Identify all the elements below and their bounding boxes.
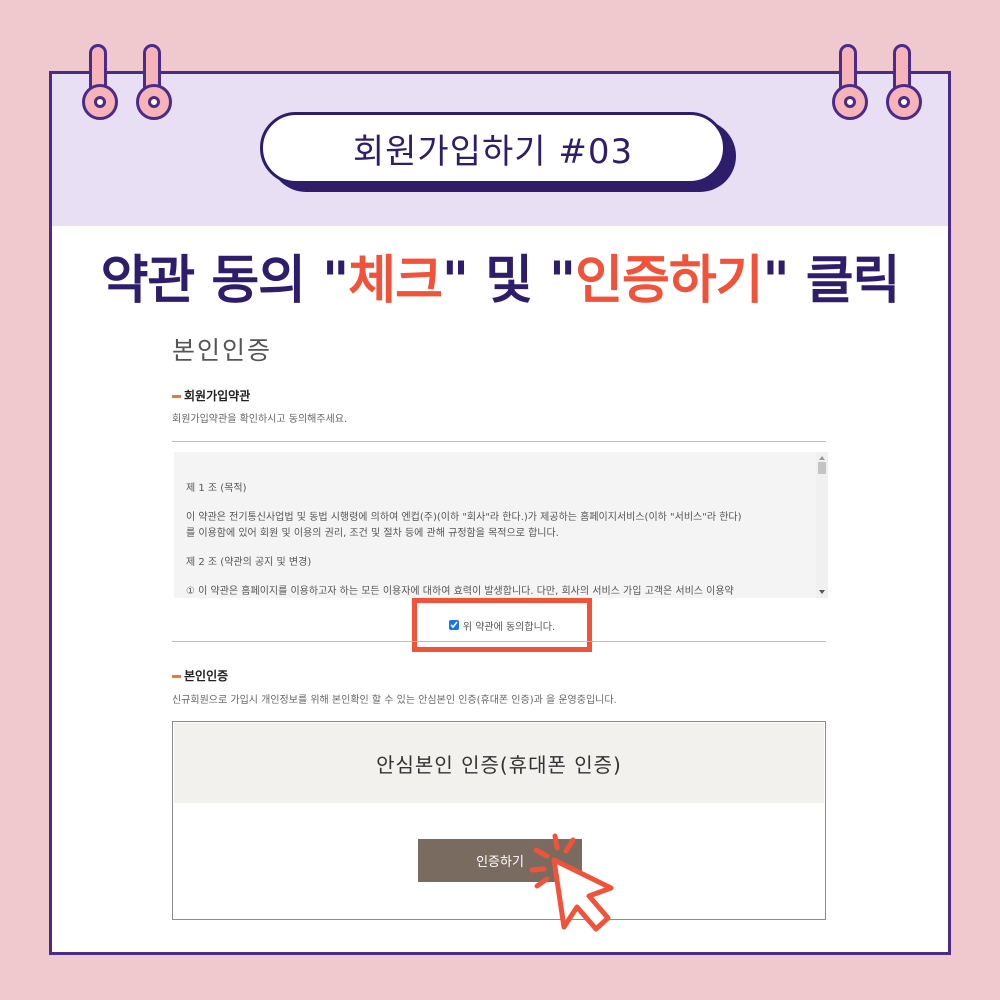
page-title: 본인인증 xyxy=(172,336,273,365)
terms-scrollbar[interactable] xyxy=(816,452,828,598)
terms-line: 제 2 조 (약관의 공지 및 변경) xyxy=(186,557,312,568)
terms-section-description: 회원가입약관을 확인하시고 동의해주세요. xyxy=(172,414,348,425)
section-marker xyxy=(172,395,181,398)
section-marker xyxy=(172,675,181,678)
terms-line: 제 1 조 (목적) xyxy=(186,483,247,494)
auth-section-title: 본인인증 xyxy=(172,667,228,684)
title-pill: 회원가입하기 #03 xyxy=(260,112,726,184)
headline-highlight-verify: 인증하기 xyxy=(575,251,763,311)
agree-checkbox[interactable] xyxy=(448,620,459,630)
headline: 약관 동의 "체크" 및 "인증하기" 클릭 xyxy=(0,238,1000,313)
scroll-down-arrow-icon[interactable] xyxy=(819,590,825,594)
terms-line: ① 이 약관은 홈페이지를 이용하고자 하는 모든 이용자에 대하여 효력이 발… xyxy=(186,586,734,597)
divider xyxy=(172,441,826,442)
binder-ring xyxy=(136,84,172,120)
auth-section-title-text: 본인인증 xyxy=(184,669,229,683)
headline-part3: " 클릭 xyxy=(762,251,901,311)
binder-ring xyxy=(832,84,868,120)
auth-section-description: 신규회원으로 가입시 개인정보를 위해 본인확인 할 수 있는 안심본인 인증(… xyxy=(172,695,617,706)
binder-ring xyxy=(886,84,922,120)
phone-auth-title: 안심본인 인증(휴대폰 인증) xyxy=(376,752,622,777)
terms-section-title: 회원가입약관 xyxy=(172,387,250,404)
banner-title: 회원가입하기 #03 xyxy=(352,131,634,172)
phone-auth-header: 안심본인 인증(휴대폰 인증) xyxy=(174,723,824,803)
phone-auth-box: 안심본인 인증(휴대폰 인증) 인증하기 xyxy=(172,721,826,920)
scroll-up-arrow-icon[interactable] xyxy=(819,456,825,460)
terms-line: 이 약관은 전기통신사업법 및 동법 시행령에 의하여 엔컵(주)(이하 "회사… xyxy=(186,512,742,523)
terms-textarea[interactable]: 제 1 조 (목적) 이 약관은 전기통신사업법 및 동법 시행령에 의하여 엔… xyxy=(174,452,828,598)
terms-section-title-text: 회원가입약관 xyxy=(184,389,251,403)
agree-label[interactable]: 위 약관에 동의합니다. xyxy=(463,618,555,633)
headline-part1: 약관 동의 " xyxy=(100,251,350,311)
headline-part2: " 및 " xyxy=(441,251,576,311)
scroll-thumb[interactable] xyxy=(818,462,826,474)
headline-highlight-check: 체크 xyxy=(348,251,443,311)
terms-line: 를 이용함에 있어 회원 및 이용의 권리, 조건 및 절차 등에 관해 규정함… xyxy=(186,528,559,539)
click-cursor-icon xyxy=(529,832,630,936)
verify-button-label: 인증하기 xyxy=(476,854,524,869)
binder-ring xyxy=(82,84,118,120)
divider xyxy=(172,641,826,642)
agree-highlight-box: 위 약관에 동의합니다. xyxy=(412,598,592,652)
